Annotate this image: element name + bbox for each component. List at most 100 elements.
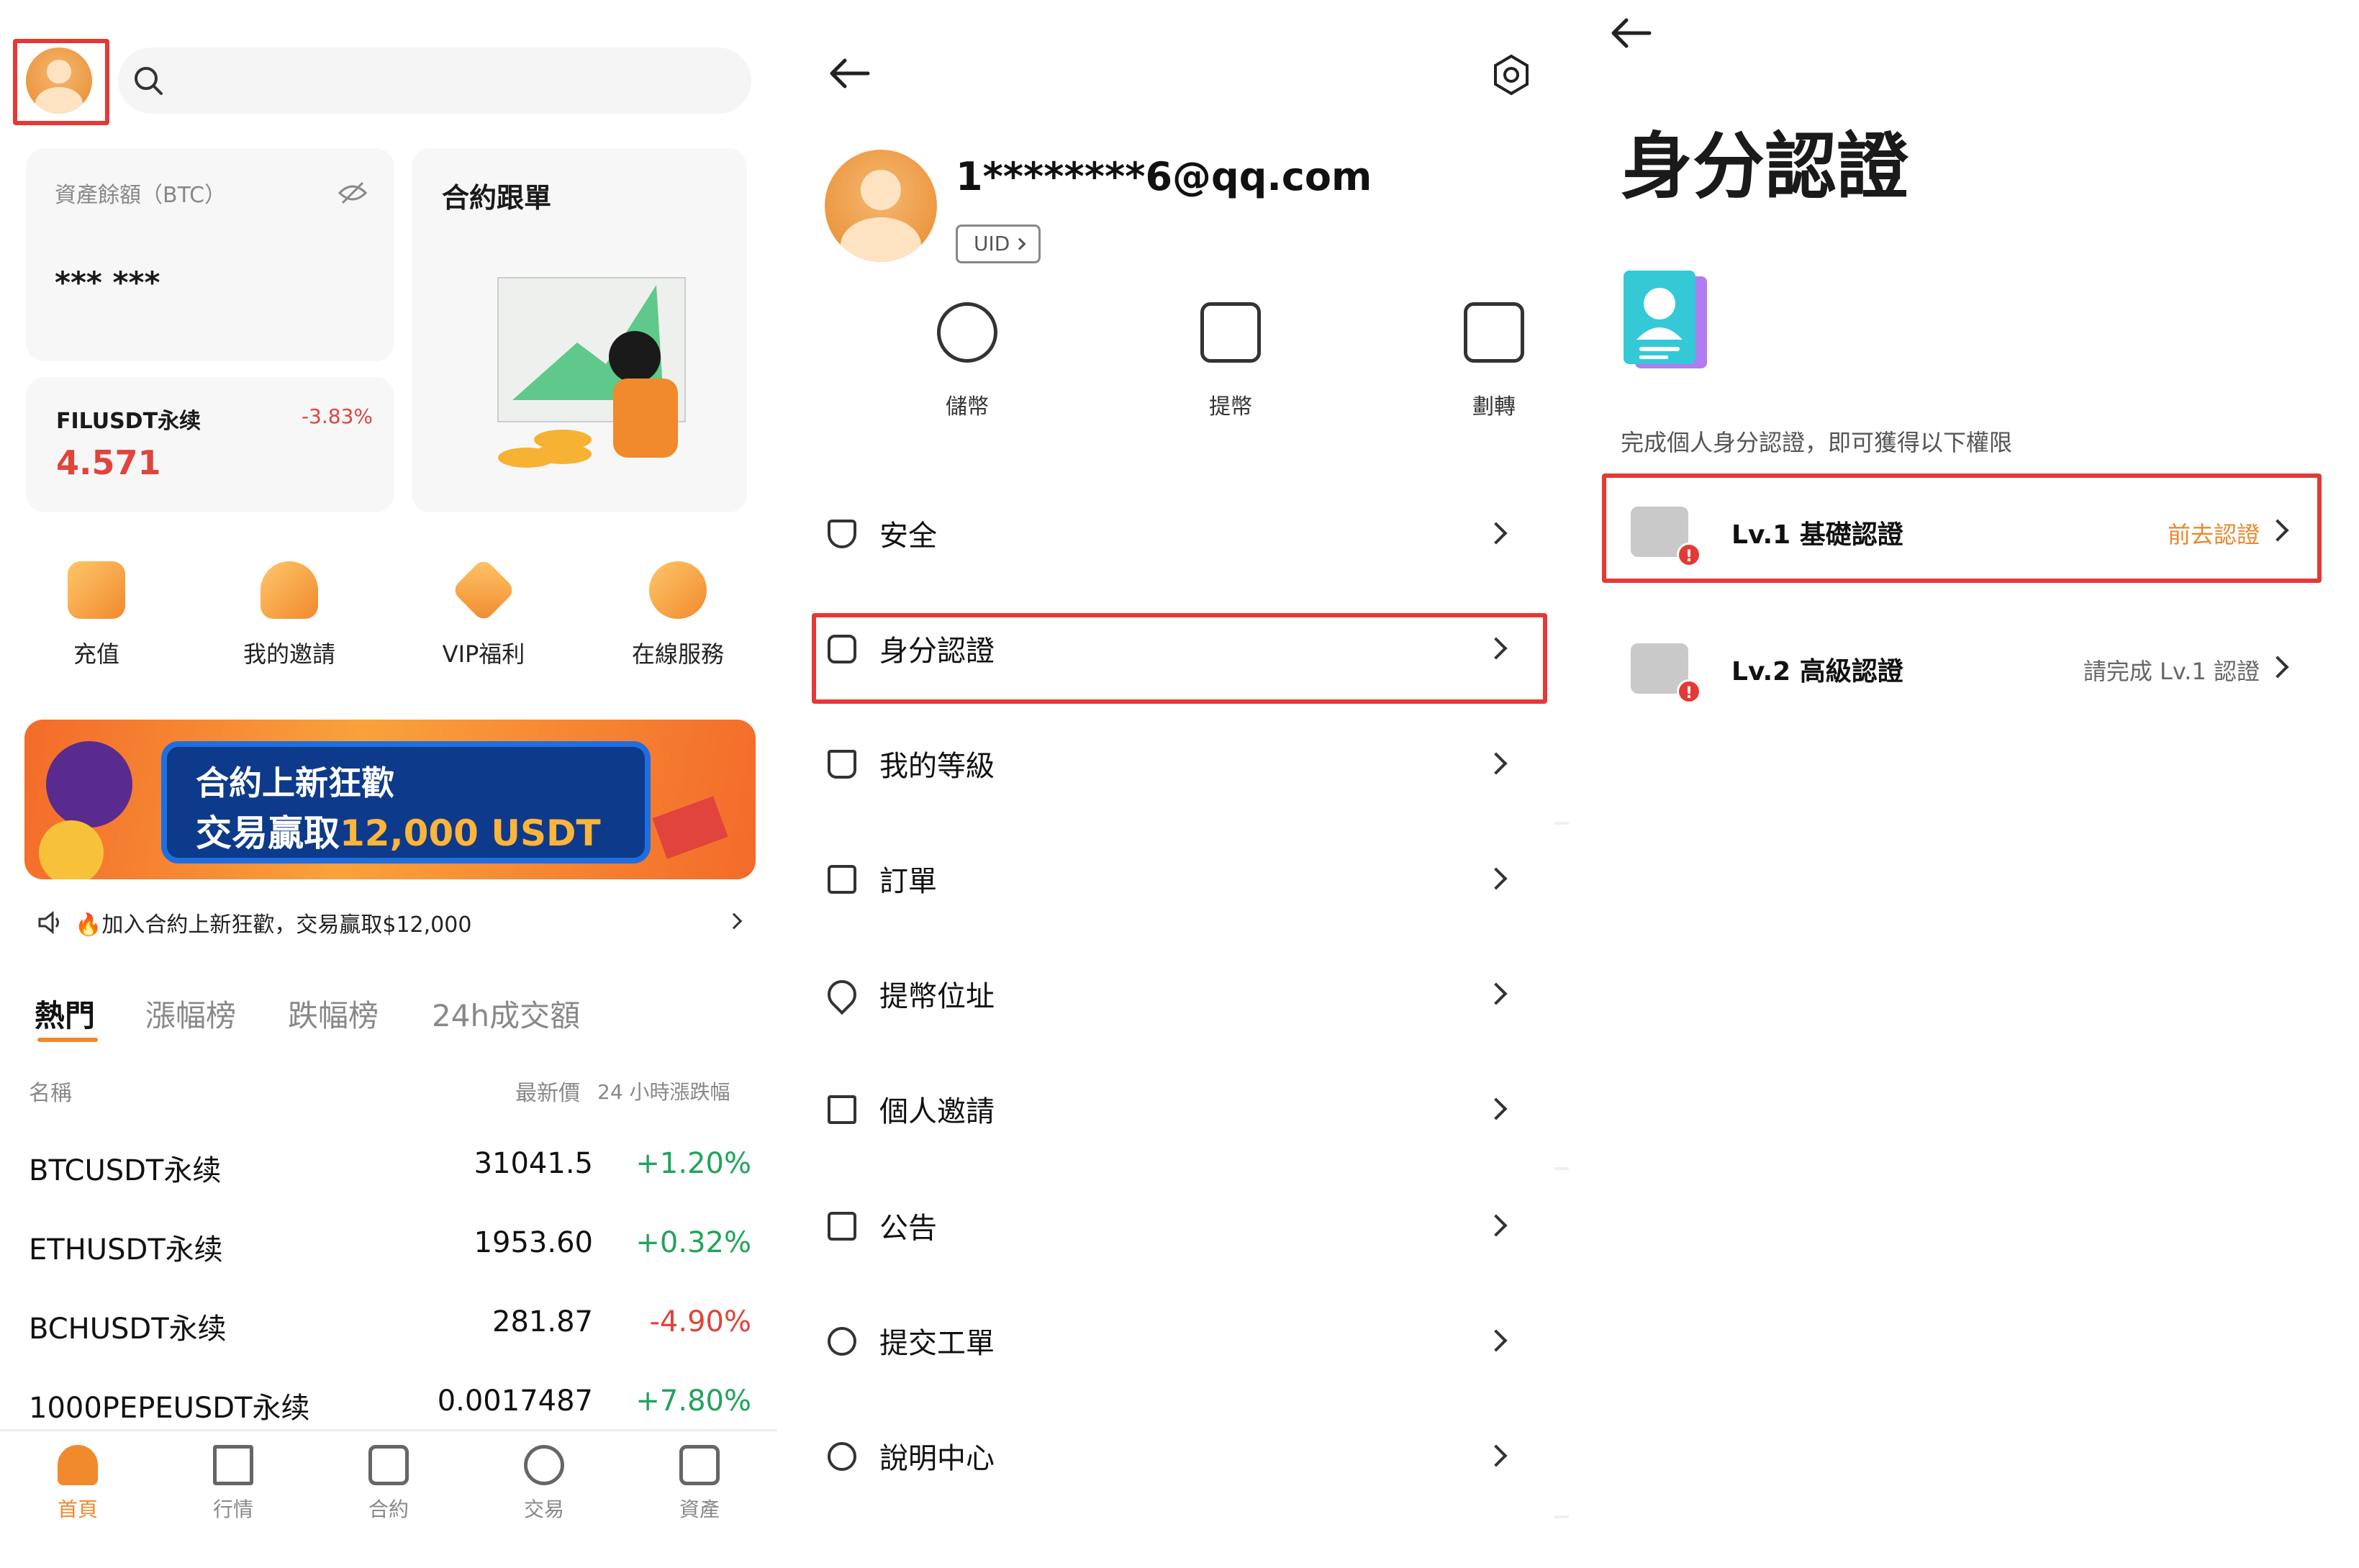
banner-line2-prefix: 交易贏取 [196, 812, 340, 854]
avatar-highlight [13, 39, 109, 125]
gift-icon [828, 1095, 856, 1124]
nav-label: 資產 [679, 1497, 720, 1521]
chevron-right-icon [725, 912, 743, 930]
chevron-right-icon [1485, 867, 1508, 890]
trade-icon [524, 1445, 564, 1485]
sale-tag-icon [652, 796, 728, 859]
menu-item-orders[interactable]: 訂單 [828, 851, 1554, 908]
balance-card[interactable]: 資產餘額（BTC） *** *** [26, 148, 394, 361]
ticker-card[interactable]: FILUSDT永续 -3.83% 4.571 [26, 377, 394, 512]
menu-label: 訂單 [879, 865, 937, 898]
action-deposit[interactable]: 儲幣 [895, 302, 1039, 420]
action-transfer[interactable]: 劃轉 [1422, 302, 1566, 420]
eye-off-icon[interactable] [337, 180, 368, 206]
deposit-coin-icon [937, 302, 997, 363]
tab-losers[interactable]: 跌幅榜 [288, 992, 379, 1035]
banner-line2: 交易贏取12,000 USDT [196, 805, 601, 856]
market-price: 1953.60 [474, 1226, 593, 1259]
nav-assets[interactable]: 資產 [642, 1445, 757, 1523]
nav-market[interactable]: 行情 [176, 1445, 291, 1523]
banner-line1: 合約上新狂歡 [196, 763, 394, 802]
menu-label: 我的等級 [879, 750, 995, 783]
nav-trade[interactable]: 交易 [486, 1445, 602, 1523]
nav-label: 交易 [523, 1497, 564, 1521]
shield-icon [828, 520, 856, 548]
identity-highlight [812, 613, 1547, 704]
announcement-bar[interactable]: 🔥加入合約上新狂歡，交易贏取$12,000 [35, 901, 751, 944]
chevron-right-icon [1485, 522, 1508, 545]
menu-divider [1554, 822, 1569, 825]
quick-action-invite[interactable]: 我的邀請 [217, 561, 361, 669]
chevron-right-icon [1485, 752, 1508, 775]
crown-icon [828, 750, 856, 779]
promo-banner[interactable]: 合約上新狂歡 交易贏取12,000 USDT [24, 720, 756, 879]
market-change: +7.80% [635, 1385, 751, 1418]
nav-label: 合約 [368, 1497, 409, 1521]
tab-hot[interactable]: 熱門 [35, 992, 95, 1035]
nav-label: 首頁 [57, 1497, 98, 1521]
menu-item-announcements[interactable]: 公告 [828, 1197, 1554, 1255]
speaker-icon [38, 911, 59, 934]
back-arrow-icon[interactable] [828, 56, 871, 91]
market-symbol: BTCUSDT永续 [29, 1154, 222, 1187]
search-icon [135, 67, 163, 95]
market-change: +1.20% [635, 1147, 751, 1180]
location-icon [821, 974, 863, 1015]
market-header-change: 24 小時漲跌幅 [597, 1080, 730, 1104]
profile-email: 1********6@qq.com [956, 154, 1372, 199]
quick-action-deposit[interactable]: 充值 [24, 561, 168, 669]
table-row[interactable]: BTCUSDT永续 31041.5 +1.20% [29, 1147, 751, 1190]
order-icon [828, 865, 856, 894]
chevron-right-icon [1485, 1097, 1508, 1120]
quick-action-support[interactable]: 在線服務 [606, 561, 750, 669]
menu-item-security[interactable]: 安全 [828, 505, 1554, 563]
table-row[interactable]: ETHUSDT永续 1953.60 +0.32% [29, 1226, 751, 1269]
market-symbol: ETHUSDT永续 [29, 1233, 223, 1266]
tab-gainers[interactable]: 漲幅榜 [145, 992, 236, 1035]
quick-action-vip[interactable]: VIP福利 [412, 557, 556, 669]
wallet-icon [679, 1445, 720, 1485]
bottom-nav-divider [0, 1429, 777, 1431]
menu-label: 公告 [879, 1212, 937, 1245]
invite-icon [261, 561, 318, 619]
id-card-illustration-icon [1624, 271, 1707, 368]
nav-contract[interactable]: 合約 [331, 1445, 446, 1523]
copy-trading-card[interactable]: 合約跟單 [412, 148, 747, 512]
ticker-change: -3.83% [301, 404, 373, 428]
trader-illustration-icon [497, 277, 686, 468]
action-withdraw[interactable]: 提幣 [1159, 302, 1303, 420]
market-icon [213, 1445, 253, 1485]
table-row[interactable]: BCHUSDT永续 281.87 -4.90% [29, 1305, 751, 1349]
tab-volume[interactable]: 24h成交額 [432, 992, 580, 1035]
menu-item-help[interactable]: 說明中心 [828, 1428, 1554, 1485]
nav-home[interactable]: 首頁 [20, 1445, 135, 1523]
quick-action-label: VIP福利 [442, 640, 525, 668]
coin-icon [39, 820, 104, 879]
menu-item-invite[interactable]: 個人邀請 [828, 1081, 1554, 1138]
uid-badge[interactable]: UID [956, 225, 1041, 263]
market-price: 31041.5 [474, 1147, 593, 1180]
tab-active-indicator [37, 1038, 98, 1042]
level-1-highlight [1602, 473, 2322, 583]
announcement-icon [828, 1212, 856, 1241]
search-input[interactable] [118, 47, 751, 114]
nav-label: 行情 [212, 1497, 253, 1521]
page-title: 身分認證 [1621, 124, 1909, 209]
menu-label: 提幣位址 [879, 980, 995, 1013]
chevron-right-icon [2266, 656, 2289, 679]
menu-item-level[interactable]: 我的等級 [828, 735, 1554, 793]
settings-icon[interactable] [1490, 53, 1533, 96]
back-arrow-icon[interactable] [1609, 16, 1652, 50]
profile-screen: 1********6@qq.com UID 儲幣 提幣 劃轉 安全 身分認證 我… [777, 0, 1569, 1568]
menu-label: 說明中心 [879, 1442, 995, 1475]
action-label: 提幣 [1209, 394, 1252, 420]
profile-avatar[interactable] [825, 150, 937, 262]
menu-item-ticket[interactable]: 提交工單 [828, 1313, 1554, 1370]
copy-trading-title: 合約跟單 [442, 182, 552, 214]
menu-label: 安全 [879, 520, 937, 553]
level-2-verification-row[interactable]: ! Lv.2 高級認證 請完成 Lv.1 認證 [1598, 615, 2317, 722]
action-label: 儲幣 [946, 394, 989, 420]
table-row[interactable]: 1000PEPEUSDT永续 0.0017487 +7.80% [29, 1385, 751, 1428]
menu-item-withdraw-address[interactable]: 提幣位址 [821, 966, 1554, 1023]
menu-divider [1554, 1515, 1569, 1518]
